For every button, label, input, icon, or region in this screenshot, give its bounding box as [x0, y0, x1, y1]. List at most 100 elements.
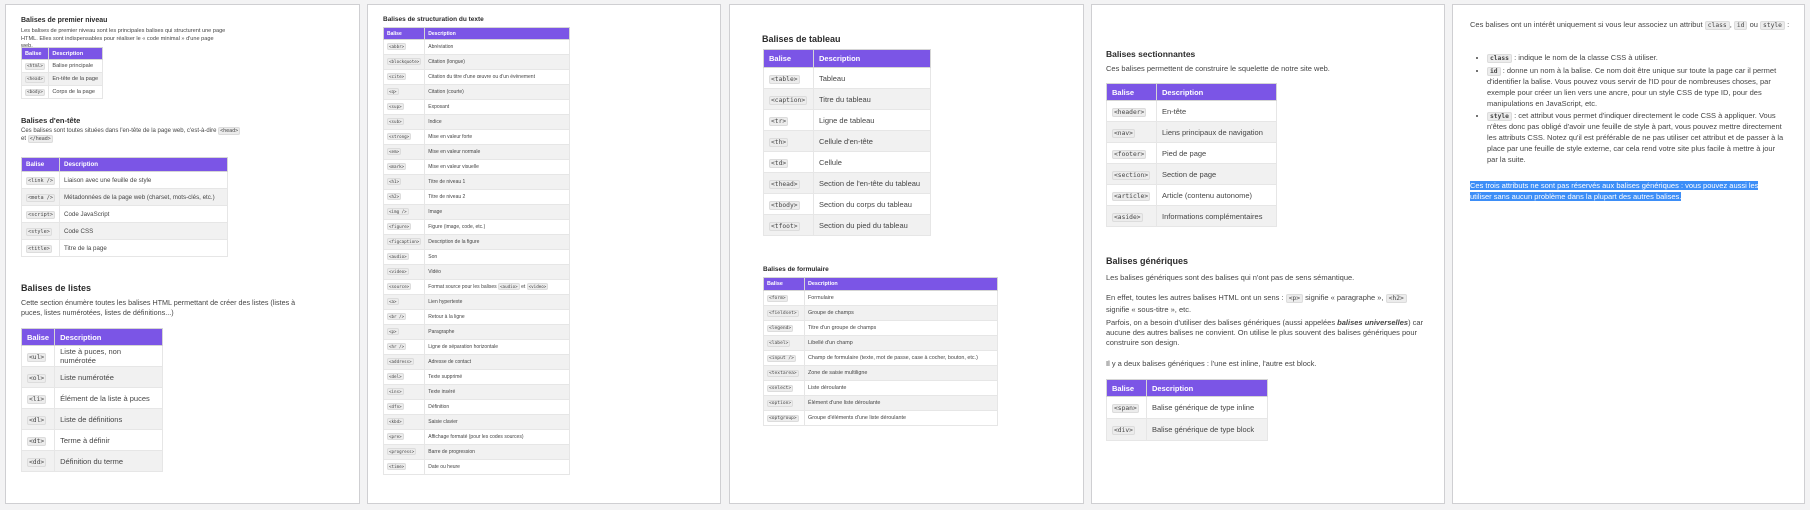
section-title: Balises génériques [1106, 256, 1189, 266]
page-2: Balises de structuration du texte Balise… [367, 4, 721, 504]
table-row: <dl> Liste de définitions [20, 408, 163, 430]
description-text: Liste à puces, non numérotée [60, 347, 121, 365]
column-header: Description [1156, 83, 1277, 101]
table-row: <h1> Titre de niveau 1 [382, 174, 570, 190]
tag-code: <figcaption> [387, 238, 422, 245]
table-row: <div> Balise générique de type block [1106, 418, 1268, 441]
table-row: <img /> Image [382, 204, 570, 220]
table-row: <em> Mise en valeur normale [382, 144, 570, 160]
emphasis-text: balises universelles [1337, 318, 1409, 327]
table-row: <span> Balise générique de type inline [1106, 396, 1268, 419]
description-cell: Ligne de tableau [813, 109, 931, 131]
tag-code: <section> [1112, 170, 1151, 180]
description-cell: Texte inséré [424, 384, 570, 400]
description-text: Date ou heure [428, 464, 460, 470]
table-row: <q> Citation (courte) [382, 84, 570, 100]
highlighted-paragraph[interactable]: Ces trois attributs ne sont pas réservés… [1470, 181, 1780, 203]
tag-code: <sup> [387, 103, 404, 110]
table-list-tags: Balise Description <ul> Liste à puces, no… [20, 328, 163, 472]
description-cell: Titre de la page [59, 239, 228, 257]
table-row: <html> Balise principale [20, 59, 103, 73]
table-top-level: Balise Description <html> Balise principa… [20, 47, 103, 99]
inline-code: <p> [1285, 294, 1304, 303]
tag-cell: <video> [382, 264, 426, 280]
description-text: Pied de page [1162, 148, 1207, 158]
table-row: <optgroup> Groupe d'éléments d'une liste … [763, 410, 998, 426]
tag-code: <option> [767, 400, 794, 407]
tag-cell: <fieldset> [763, 305, 805, 321]
paragraph: Les balises génériques sont des balises … [1106, 273, 1355, 282]
tag-code: <tfoot> [769, 221, 800, 231]
description-text: Exposant [428, 104, 450, 110]
tag-cell: <pre> [382, 429, 426, 445]
table-row: <option> Élément d'une liste déroulante [763, 395, 998, 411]
tag-code: <dd> [27, 457, 47, 467]
table-row: <p> Paragraphe [382, 324, 570, 340]
description-cell: Titre d'un groupe de champs [804, 320, 998, 336]
description-text: Formulaire [808, 295, 834, 301]
column-header: Description [1146, 379, 1268, 397]
inline-code: </head> [27, 135, 53, 144]
section-title: Balises de listes [21, 283, 92, 293]
tag-code: <source> [387, 283, 412, 290]
tag-cell: <dt> [20, 429, 56, 451]
inline-code: <video> [526, 283, 549, 290]
description-cell: Élément d'une liste déroulante [804, 395, 998, 411]
tag-code: <form> [767, 295, 788, 302]
tag-code: <img /> [387, 208, 409, 215]
tag-code: <address> [387, 358, 414, 365]
tag-code: <p> [387, 328, 399, 335]
column-header: Description [424, 27, 570, 40]
description-text: Titre de la page [64, 244, 107, 252]
table-row: <label> Libellé d'un champ [763, 335, 998, 351]
table-row: <fieldset> Groupe de champs [763, 305, 998, 321]
tag-cell: <article> [1106, 184, 1157, 206]
inline-code: <head> [218, 127, 241, 135]
tag-cell: <ol> [20, 366, 56, 388]
table-text-tags: Balise Description <abbr> Abréviation <blo… [382, 27, 570, 475]
description-cell: Corps de la page [48, 85, 103, 99]
description-text: Texte inséré [428, 389, 456, 395]
tag-cell: <aside> [1106, 205, 1157, 227]
description-text: Section du corps du tableau [819, 199, 912, 209]
tag-code: <video> [387, 268, 409, 275]
tag-cell: <th> [763, 130, 814, 152]
description-text: En-tête [1162, 106, 1187, 116]
table-generic-tags: Balise Description <span> Balise génériqu… [1106, 379, 1268, 441]
tag-cell: <head> [20, 72, 50, 86]
description-text: Ces balises sont toutes situées dans l'e… [21, 128, 217, 134]
description-cell: Ligne de séparation horizontale [424, 339, 570, 355]
description-text: Zone de saisie multiligne [808, 370, 868, 376]
section-title: Balises sectionnantes [1106, 49, 1196, 59]
page-1: Balises de premier niveau Les balises de… [5, 4, 360, 504]
selected-text[interactable]: Ces trois attributs ne sont pas réservés… [1470, 181, 1759, 201]
description-text: Tableau [819, 73, 846, 83]
tag-code: <optgroup> [767, 415, 799, 422]
list-item: id : donne un nom à la balise. Ce nom do… [1487, 66, 1787, 110]
tag-code: <h2> [387, 193, 402, 200]
description-cell: Mise en valeur visuelle [424, 159, 570, 175]
table-row: <legend> Titre d'un groupe de champs [763, 320, 998, 336]
description-cell: Liaison avec une feuille de style [59, 171, 228, 189]
description-text: Format source pour les balises [428, 284, 497, 290]
tag-code: <article> [1112, 191, 1151, 201]
table-row: <hr /> Ligne de séparation horizontale [382, 339, 570, 355]
tag-code: <time> [387, 463, 407, 470]
tag-cell: <body> [20, 85, 50, 99]
tag-code: <html> [25, 63, 45, 70]
description-cell: Code JavaScript [59, 205, 228, 223]
tag-cell: <caption> [763, 88, 814, 110]
description-cell: Groupe d'éléments d'une liste déroulante [804, 410, 998, 426]
table-row: <style> Code CSS [21, 222, 228, 240]
tag-code: <audio> [387, 253, 409, 260]
tag-cell: <tfoot> [763, 214, 814, 236]
tag-cell: <table> [763, 67, 814, 89]
section-title: Balises de tableau [762, 34, 841, 44]
list-item-text: : indique le nom de la classe CSS à util… [1514, 53, 1658, 62]
description-text: Citation du titre d'une œuvre ou d'un év… [428, 74, 535, 80]
table-row: <sub> Indice [382, 114, 570, 130]
tag-code: <div> [1112, 426, 1135, 435]
tag-cell: <select> [763, 380, 805, 396]
description-cell: Élément de la liste à puces [54, 387, 163, 409]
tag-code: <dt> [27, 436, 47, 446]
